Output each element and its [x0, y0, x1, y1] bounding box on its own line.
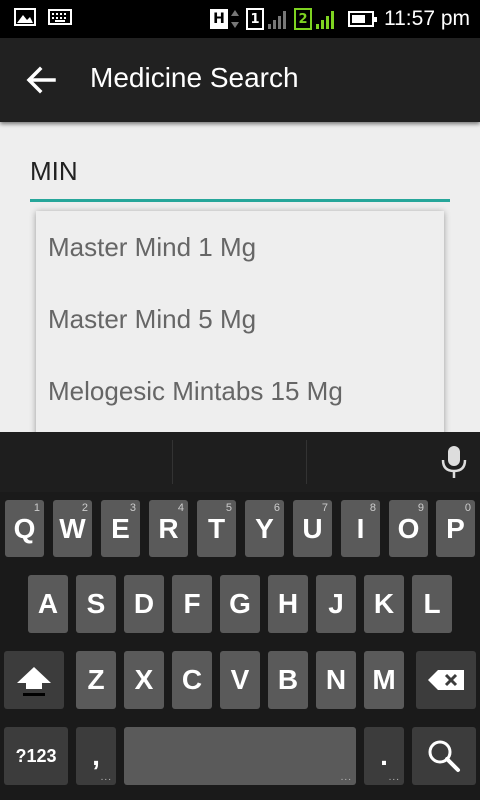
signal-sim2-icon: [316, 9, 334, 29]
key-r[interactable]: 4R: [149, 500, 188, 557]
key-u[interactable]: 7U: [293, 500, 332, 557]
keyboard-suggestion-strip: [0, 432, 480, 492]
key-x[interactable]: X: [124, 651, 164, 709]
page-title: Medicine Search: [90, 62, 299, 93]
data-arrows-icon: [231, 10, 239, 28]
status-time: 11:57 pm: [384, 7, 470, 30]
microphone-icon: [441, 446, 467, 478]
image-icon: [14, 8, 36, 26]
key-n[interactable]: N: [316, 651, 356, 709]
key-t[interactable]: 5T: [197, 500, 236, 557]
backspace-key[interactable]: [416, 651, 476, 709]
system-icons: H 1 2 11:57 pm: [210, 6, 470, 32]
strip-divider: [172, 440, 173, 484]
shift-key[interactable]: [4, 651, 64, 709]
search-screen: Master Mind 1 Mg Master Mind 5 Mg Meloge…: [0, 122, 480, 432]
comma-key[interactable]: ,...: [76, 727, 116, 785]
key-g[interactable]: G: [220, 575, 260, 633]
key-w[interactable]: 2W: [53, 500, 92, 557]
key-p[interactable]: 0P: [436, 500, 475, 557]
soft-keyboard: 1Q 2W 3E 4R 5T 6Y 7U 8I 9O 0P A S D F G …: [0, 432, 480, 800]
sim1-badge: 1: [246, 8, 264, 30]
keyboard-icon: [48, 9, 72, 25]
key-q[interactable]: 1Q: [5, 500, 44, 557]
suggestion-item[interactable]: Melogesic Mintabs 15 Mg: [36, 355, 444, 427]
key-a[interactable]: A: [28, 575, 68, 633]
key-k[interactable]: K: [364, 575, 404, 633]
arrow-left-icon: [26, 66, 56, 94]
key-f[interactable]: F: [172, 575, 212, 633]
key-m[interactable]: M: [364, 651, 404, 709]
key-h[interactable]: H: [268, 575, 308, 633]
suggestions-dropdown: Master Mind 1 Mg Master Mind 5 Mg Meloge…: [36, 211, 444, 432]
key-z[interactable]: Z: [76, 651, 116, 709]
notification-icons: [14, 8, 72, 26]
mic-button[interactable]: [438, 444, 470, 480]
key-c[interactable]: C: [172, 651, 212, 709]
key-v[interactable]: V: [220, 651, 260, 709]
key-s[interactable]: S: [76, 575, 116, 633]
network-type-badge: H: [210, 9, 228, 29]
key-b[interactable]: B: [268, 651, 308, 709]
search-icon: [428, 740, 460, 772]
suggestion-item[interactable]: Master Mind 1 Mg: [36, 211, 444, 283]
key-o[interactable]: 9O: [389, 500, 428, 557]
backspace-icon: [428, 670, 464, 690]
back-button[interactable]: [22, 60, 62, 100]
key-e[interactable]: 3E: [101, 500, 140, 557]
app-bar: Medicine Search: [0, 38, 480, 122]
symbols-key[interactable]: ?123: [4, 727, 68, 785]
space-bar[interactable]: ...: [124, 727, 356, 785]
key-i[interactable]: 8I: [341, 500, 380, 557]
key-y[interactable]: 6Y: [245, 500, 284, 557]
search-key[interactable]: [412, 727, 476, 785]
shift-arrow-icon: [17, 667, 51, 696]
signal-sim1-icon: [268, 9, 286, 29]
key-d[interactable]: D: [124, 575, 164, 633]
strip-divider: [306, 440, 307, 484]
battery-icon: [348, 11, 377, 27]
status-bar: H 1 2 11:57 pm: [0, 0, 480, 38]
sim2-badge: 2: [294, 8, 312, 30]
key-j[interactable]: J: [316, 575, 356, 633]
period-key[interactable]: ....: [364, 727, 404, 785]
medicine-search-input[interactable]: [30, 150, 450, 202]
suggestion-item[interactable]: Master Mind 5 Mg: [36, 283, 444, 355]
key-l[interactable]: L: [412, 575, 452, 633]
